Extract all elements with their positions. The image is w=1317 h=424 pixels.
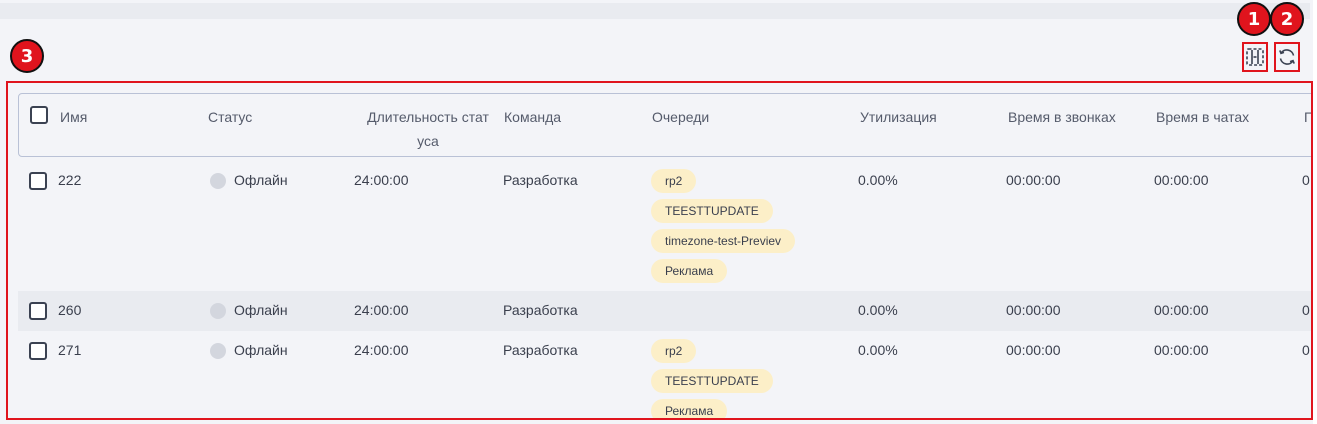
chat-time-value: 00:00:00 bbox=[1154, 172, 1209, 188]
row-checkbox[interactable] bbox=[29, 302, 47, 320]
status-text: Офлайн bbox=[234, 342, 288, 358]
chat-time-value: 00:00:00 bbox=[1154, 302, 1209, 318]
queue-chip: rp2 bbox=[651, 169, 697, 193]
refresh-button[interactable] bbox=[1274, 42, 1300, 72]
team-name: Разработка bbox=[503, 302, 578, 318]
table-row[interactable]: 222 Офлайн 24:00:00 Разработка rp2 TEEST… bbox=[18, 159, 1311, 291]
header-duration[interactable]: Длительность стат уса bbox=[358, 105, 498, 153]
chat-time-value: 00:00:00 bbox=[1154, 342, 1209, 358]
utilization-value: 0.00% bbox=[858, 172, 898, 188]
top-bar bbox=[0, 3, 1310, 19]
agents-table: Имя Статус Длительность стат уса Команда… bbox=[18, 93, 1311, 418]
header-name[interactable]: Имя bbox=[60, 105, 87, 129]
row-checkbox[interactable] bbox=[29, 172, 47, 190]
next-column-value: 0 bbox=[1302, 302, 1310, 318]
status-offline-icon bbox=[210, 173, 226, 189]
status-duration: 24:00:00 bbox=[354, 172, 409, 188]
annotation-marker-1: 1 bbox=[1237, 2, 1271, 36]
row-checkbox[interactable] bbox=[29, 342, 47, 360]
next-column-value: 0 bbox=[1302, 342, 1310, 358]
header-team[interactable]: Команда bbox=[504, 105, 561, 129]
next-column-value: 0 bbox=[1302, 172, 1310, 188]
team-name: Разработка bbox=[503, 172, 578, 188]
agent-name: 222 bbox=[58, 172, 82, 188]
table-columns-icon bbox=[1245, 47, 1265, 67]
queue-chip: Реклама bbox=[651, 399, 728, 418]
header-queues[interactable]: Очереди bbox=[652, 105, 709, 129]
header-call-time[interactable]: Время в звонках bbox=[1008, 105, 1116, 129]
status-offline-icon bbox=[210, 303, 226, 319]
header-utilization[interactable]: Утилизация bbox=[860, 105, 937, 129]
utilization-value: 0.00% bbox=[858, 302, 898, 318]
queue-chip: timezone-test-Previev bbox=[651, 229, 796, 253]
select-all-checkbox[interactable] bbox=[30, 106, 48, 124]
annotation-marker-2: 2 bbox=[1270, 2, 1304, 36]
status-duration: 24:00:00 bbox=[354, 302, 409, 318]
agents-table-highlight: Имя Статус Длительность стат уса Команда… bbox=[6, 81, 1313, 420]
status-text: Офлайн bbox=[234, 172, 288, 188]
call-time-value: 00:00:00 bbox=[1006, 342, 1061, 358]
table-row[interactable]: 271 Офлайн 24:00:00 Разработка rp2 TEEST… bbox=[18, 331, 1311, 418]
call-time-value: 00:00:00 bbox=[1006, 302, 1061, 318]
agent-name: 260 bbox=[58, 302, 82, 318]
status-offline-icon bbox=[210, 343, 226, 359]
header-status[interactable]: Статус bbox=[208, 105, 252, 129]
team-name: Разработка bbox=[503, 342, 578, 358]
refresh-icon bbox=[1277, 47, 1297, 67]
header-duration-line2: уса bbox=[417, 133, 439, 149]
table-header: Имя Статус Длительность стат уса Команда… bbox=[18, 93, 1311, 157]
queue-chip: TEESTTUPDATE bbox=[651, 369, 773, 393]
queue-chip: Реклама bbox=[651, 259, 728, 283]
header-duration-line1: Длительность стат bbox=[367, 109, 489, 125]
annotation-marker-3: 3 bbox=[10, 39, 44, 73]
status-duration: 24:00:00 bbox=[354, 342, 409, 358]
queue-chip: TEESTTUPDATE bbox=[651, 199, 773, 223]
agent-name: 271 bbox=[58, 342, 82, 358]
queue-chip: rp2 bbox=[651, 339, 697, 363]
page-edge bbox=[1313, 0, 1317, 424]
utilization-value: 0.00% bbox=[858, 342, 898, 358]
status-text: Офлайн bbox=[234, 302, 288, 318]
header-next-column[interactable]: П bbox=[1304, 105, 1311, 129]
call-time-value: 00:00:00 bbox=[1006, 172, 1061, 188]
header-chat-time[interactable]: Время в чатах bbox=[1156, 105, 1249, 129]
columns-settings-button[interactable] bbox=[1242, 42, 1268, 72]
table-row[interactable]: 260 Офлайн 24:00:00 Разработка 0.00% 00:… bbox=[18, 291, 1311, 331]
